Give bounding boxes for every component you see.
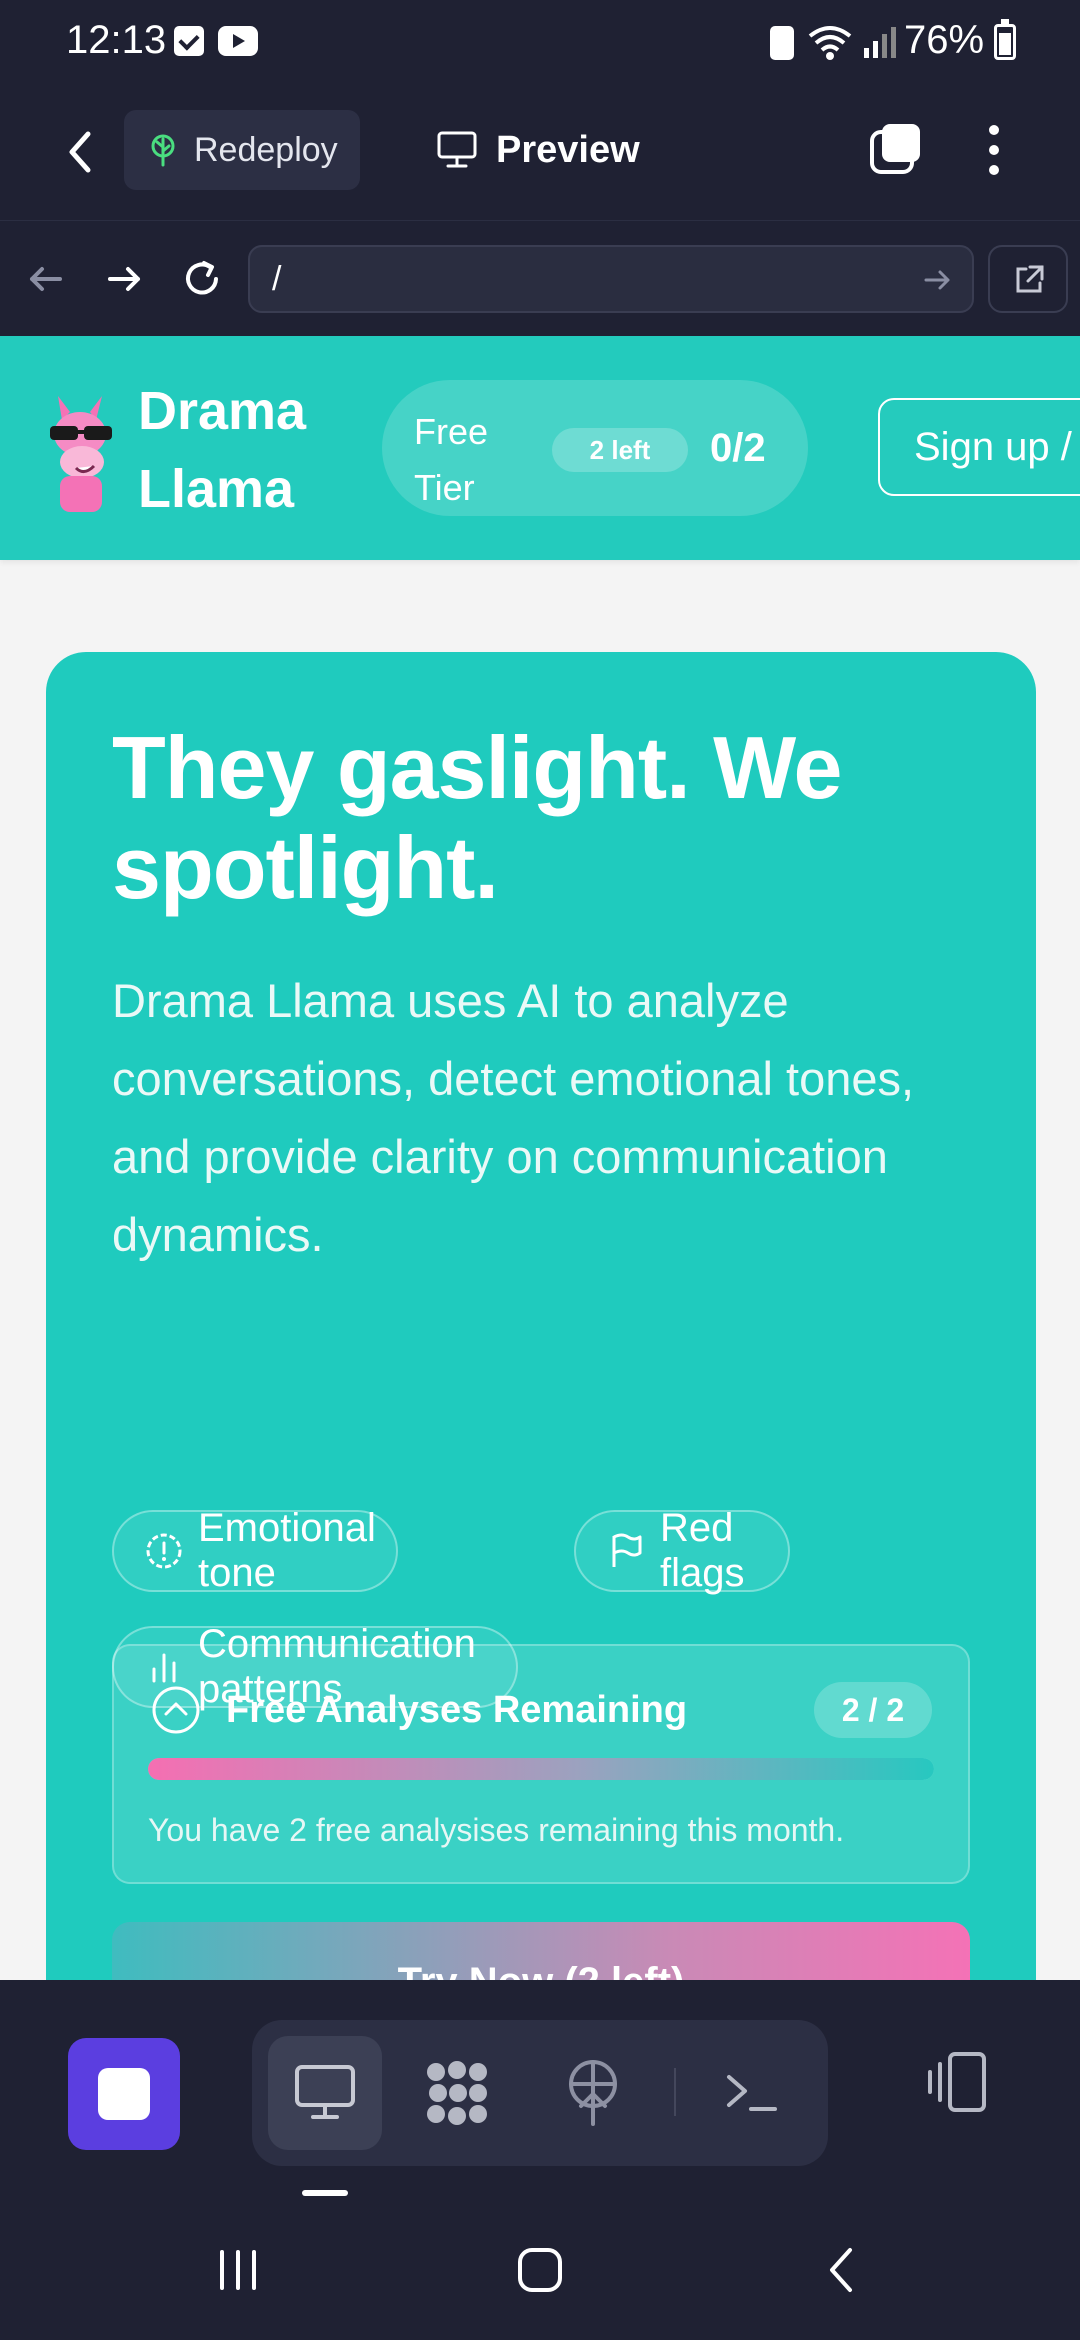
- wifi-icon: [808, 26, 852, 60]
- home-icon[interactable]: [510, 2240, 570, 2300]
- tag-red-flags: Red flags: [574, 1506, 790, 1595]
- system-navigation-bar: [0, 2200, 1080, 2340]
- preview-label: Preview: [496, 128, 640, 171]
- tier-line-2: Tier: [414, 467, 475, 508]
- status-time: 12:13: [66, 18, 167, 62]
- nav-back-arrow-icon[interactable]: [22, 255, 70, 303]
- signal-icon: [864, 27, 896, 58]
- brand-name[interactable]: Drama Llama: [138, 372, 358, 528]
- tier-label: Free Tier: [414, 404, 524, 516]
- battery-icon: [994, 19, 1016, 60]
- console-mode-button[interactable]: [694, 2036, 808, 2150]
- web-preview[interactable]: Drama Llama Free Tier 2 left 0/2 Sign up…: [0, 336, 1080, 1980]
- deploy-icon: [569, 2060, 617, 2126]
- active-mode-indicator: [302, 2190, 348, 2196]
- tag-label: Red flags: [660, 1506, 745, 1595]
- free-analyses-title: Free Analyses Remaining: [226, 1689, 688, 1731]
- free-analyses-panel: Free Analyses Remaining 2 / 2 You have 2…: [112, 1644, 970, 1884]
- tag-label: Emotional tone: [198, 1506, 376, 1595]
- screen: 12:13 76% Redeploy Preview / Drama Llama…: [0, 0, 1080, 2340]
- redeploy-label: Redeploy: [194, 130, 338, 169]
- go-arrow-icon[interactable]: [922, 265, 952, 295]
- chevron-up-icon[interactable]: [150, 1684, 202, 1736]
- usage-count: 0/2: [710, 426, 766, 470]
- flag-icon: [612, 1533, 642, 1567]
- external-link-icon: [1016, 265, 1044, 293]
- stop-button[interactable]: [68, 2038, 180, 2150]
- battery-saver-icon: [770, 26, 794, 60]
- recent-apps-icon[interactable]: [208, 2240, 268, 2300]
- tabs-icon[interactable]: [868, 120, 924, 178]
- deploy-mode-button[interactable]: [536, 2036, 650, 2150]
- tag-emotional-tone: Emotional tone: [112, 1506, 398, 1595]
- tier-indicator: Free Tier 2 left 0/2: [382, 380, 808, 516]
- monitor-icon: [437, 131, 477, 168]
- hero-title: They gaslight. We spotlight.: [112, 718, 843, 917]
- youtube-icon: [218, 26, 258, 56]
- free-analyses-count: 2 / 2: [814, 1682, 932, 1738]
- llama-logo[interactable]: [40, 392, 124, 512]
- reload-icon[interactable]: [178, 255, 226, 303]
- responsive-devices-icon[interactable]: [922, 2048, 990, 2116]
- signup-button[interactable]: Sign up /: [878, 398, 1080, 496]
- nav-forward-arrow-icon[interactable]: [100, 255, 148, 303]
- back-icon[interactable]: [56, 122, 104, 182]
- status-bar: 12:13 76%: [0, 0, 1080, 84]
- remaining-badge: 2 left: [552, 428, 688, 472]
- checkbox-notification-icon: [174, 26, 204, 56]
- hero-card: They gaslight. We spotlight. Drama Llama…: [46, 652, 1036, 1980]
- emotion-badge-icon: [146, 1533, 182, 1569]
- workspace-mode-button[interactable]: [400, 2036, 514, 2150]
- address-bar: /: [0, 220, 1080, 336]
- system-back-icon[interactable]: [812, 2240, 872, 2300]
- more-options-icon[interactable]: [976, 120, 1012, 180]
- terminal-icon: [727, 2075, 777, 2111]
- open-external-button[interactable]: [988, 245, 1068, 313]
- app-toolbar: Redeploy Preview: [0, 84, 1080, 220]
- mode-divider: [674, 2068, 676, 2116]
- site-header: Drama Llama Free Tier 2 left 0/2 Sign up…: [0, 336, 1080, 560]
- redeploy-button[interactable]: Redeploy: [124, 110, 360, 190]
- brand-line-1: Drama: [138, 381, 307, 441]
- try-now-button[interactable]: Try Now (2 left): [112, 1922, 970, 1980]
- free-analyses-progress: [148, 1758, 934, 1780]
- tree-icon: [151, 134, 175, 167]
- bottom-app-bar: [0, 1980, 1080, 2200]
- brand-line-2: Llama: [138, 459, 295, 519]
- url-text: /: [272, 260, 282, 298]
- preview-mode-button[interactable]: [268, 2036, 382, 2150]
- preview-button[interactable]: Preview: [436, 110, 640, 190]
- monitor-icon: [295, 2065, 355, 2119]
- free-analyses-progress-fill: [148, 1758, 934, 1780]
- free-analyses-note: You have 2 free analysises remaining thi…: [148, 1812, 845, 1848]
- tier-line-1: Free: [414, 411, 489, 452]
- battery-percent: 76%: [904, 18, 985, 62]
- dots-grid-icon: [427, 2061, 487, 2125]
- hero-description: Drama Llama uses AI to analyze conversat…: [112, 974, 915, 1261]
- view-mode-switcher: [252, 2020, 828, 2166]
- url-input[interactable]: /: [248, 245, 974, 313]
